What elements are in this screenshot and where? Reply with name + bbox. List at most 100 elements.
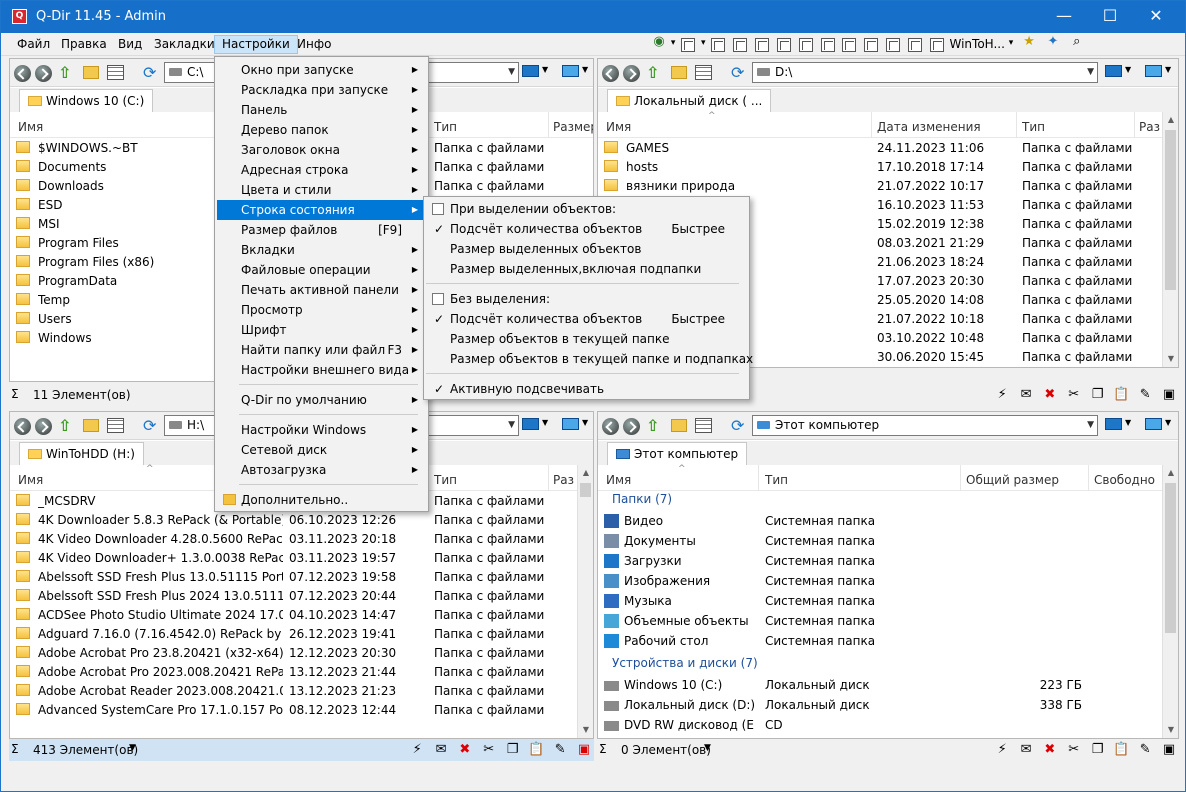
table-row[interactable]: Музыка Системная папка [598, 592, 1162, 611]
table-row[interactable]: Объемные объекты Системная папка [598, 612, 1162, 631]
settings-menu-item[interactable]: Найти папку или файл F3 ▶ [217, 340, 426, 360]
layout-icon-11[interactable] [929, 38, 944, 52]
address-bar[interactable]: Этот компьютер ▼ [752, 415, 1098, 436]
group-devices[interactable]: Устройства и диски (7) [612, 656, 758, 670]
refresh-icon[interactable]: ⟳ [143, 416, 156, 435]
layout-icon-9[interactable] [886, 38, 900, 52]
menu-file[interactable]: Файл [10, 35, 57, 54]
refresh-icon[interactable]: ⟳ [143, 63, 156, 82]
table-row[interactable]: ACDSee Photo Studio Ultimate 2024 17.0.1… [10, 606, 577, 625]
up-folder-icon[interactable]: ⇧ [58, 64, 75, 82]
monitor-view-icon[interactable]: ▼ [1105, 65, 1133, 81]
menu-info[interactable]: Инфо [290, 35, 338, 54]
col-size[interactable]: Раз [1139, 120, 1163, 134]
status-dropdown-icon[interactable]: ▼ [704, 743, 711, 753]
col-type[interactable]: Тип [1022, 120, 1045, 134]
col-free[interactable]: Свободно [1094, 473, 1164, 487]
view-mode-icon[interactable] [695, 65, 712, 80]
col-date[interactable]: Дата изменения [877, 120, 981, 134]
table-row[interactable]: Abelssoft SSD Fresh Plus 13.0.51115 Port… [10, 568, 577, 587]
back-icon[interactable] [14, 65, 31, 82]
menu-bookmarks[interactable]: Закладки [147, 35, 222, 54]
address-dropdown-icon[interactable]: ▼ [1087, 416, 1094, 435]
tab-drive-c[interactable]: Windows 10 (C:) [19, 89, 154, 112]
layout-icon-1[interactable] [711, 38, 726, 52]
settings-menu-item[interactable]: Дерево папок ▶ [217, 120, 426, 140]
settings-menu-item[interactable]: Строка состояния ▶ [217, 200, 426, 220]
shortcut-dropdown-icon[interactable]: ▾ [1009, 38, 1014, 48]
scrollbar-thumb[interactable] [580, 483, 591, 497]
up-folder-icon[interactable]: ⇧ [646, 64, 663, 82]
table-row[interactable]: 4K Downloader 5.8.3 RePack (& Portable) … [10, 511, 577, 530]
app-icon[interactable]: Q [12, 9, 27, 24]
tab-drive-h[interactable]: WinToHDD (H:) [19, 442, 144, 465]
col-size[interactable]: Раз [553, 473, 575, 487]
monitor-layout-icon[interactable]: ▼ [562, 418, 590, 434]
properties-icon[interactable]: ▣ [1161, 387, 1177, 403]
lightning-icon[interactable]: ⚡ [409, 742, 425, 758]
paste-icon[interactable]: 📋 [1113, 387, 1129, 403]
favorites-star-icon[interactable]: ★ [1021, 34, 1037, 50]
monitor-layout-icon[interactable]: ▼ [1145, 418, 1173, 434]
settings-menu-item[interactable]: Q-Dir по умолчанию ▶ [217, 390, 426, 410]
view-mode-icon[interactable] [695, 418, 712, 433]
address-dropdown-icon[interactable]: ▼ [508, 416, 515, 435]
vertical-scrollbar[interactable]: ▲ ▼ [577, 465, 593, 738]
tab-drive-d[interactable]: Локальный диск ( ... [607, 89, 772, 112]
monitor-view-icon[interactable]: ▼ [1105, 418, 1133, 434]
table-row[interactable]: DVD RW дисковод (E:) CD [598, 716, 1162, 735]
col-name[interactable]: Имя [606, 473, 631, 487]
table-row[interactable]: Локальный диск (D:) Локальный диск 338 ГБ [598, 696, 1162, 715]
pane-bottom-right[interactable]: ⇧ ⟳ Этот компьютер ▼ ▼ ▼ Этот компьютер … [597, 411, 1179, 739]
table-row[interactable]: Adobe Acrobat Pro 23.8.20421 (x32-x64) P… [10, 644, 577, 663]
settings-menu-item[interactable]: Шрифт ▶ [217, 320, 426, 340]
layout-icon-10[interactable] [907, 38, 922, 52]
layout-icon-6[interactable] [820, 38, 835, 52]
status-submenu-item[interactable]: ✓ Подсчёт количества объектов Быстрее [426, 219, 747, 239]
layout-icon-8[interactable] [864, 38, 879, 52]
favorite-folder-icon[interactable] [83, 66, 99, 79]
rename-icon[interactable]: ✎ [1137, 387, 1153, 403]
status-submenu-item[interactable]: Размер объектов в текущей папке [426, 329, 747, 349]
col-name[interactable]: Имя [18, 120, 43, 134]
col-name[interactable]: Имя [18, 473, 43, 487]
settings-menu-item[interactable]: Панель ▶ [217, 100, 426, 120]
menu-view[interactable]: Вид [111, 35, 149, 54]
globe-icon[interactable]: ◉ [651, 34, 667, 50]
copy-icon[interactable]: ❐ [505, 742, 521, 758]
delete-icon[interactable]: ✖ [1042, 742, 1058, 758]
table-row[interactable]: Windows 10 (C:) Локальный диск 223 ГБ [598, 676, 1162, 695]
status-submenu-item[interactable]: Размер объектов в текущей папке и подпап… [426, 349, 753, 369]
address-dropdown-icon[interactable]: ▼ [1087, 63, 1094, 82]
favorite-folder-icon[interactable] [83, 419, 99, 432]
monitor-view-icon[interactable]: ▼ [522, 65, 550, 81]
table-row[interactable]: Abelssoft SSD Fresh Plus 2024 13.0.51115… [10, 587, 577, 606]
table-row[interactable]: hosts 17.10.2018 17:14 Папка с файлами [598, 158, 1162, 177]
status-submenu-item[interactable]: Без выделения: [426, 289, 747, 309]
lightning-icon[interactable]: ⚡ [994, 387, 1010, 403]
favorite-folder-icon[interactable] [671, 419, 687, 432]
checkbox-icon[interactable] [432, 203, 444, 215]
settings-menu-item[interactable]: Размер файлов [F9] [217, 220, 426, 240]
rename-icon[interactable]: ✎ [552, 742, 568, 758]
copy-icon[interactable]: ❐ [1090, 742, 1106, 758]
properties-icon[interactable]: ▣ [1161, 742, 1177, 758]
col-type[interactable]: Тип [434, 120, 457, 134]
status-submenu-item[interactable]: При выделении объектов: [426, 199, 747, 219]
pin-icon[interactable]: ✦ [1045, 34, 1061, 50]
back-icon[interactable] [14, 418, 31, 435]
layout-icon-4[interactable] [776, 38, 791, 52]
view-mode-icon[interactable] [107, 418, 124, 433]
scrollbar-thumb[interactable] [1165, 130, 1176, 290]
tab-this-pc[interactable]: Этот компьютер [607, 442, 748, 465]
close-button[interactable]: ✕ [1133, 1, 1179, 33]
minimize-button[interactable]: — [1041, 1, 1087, 33]
maximize-button[interactable]: ☐ [1087, 1, 1133, 33]
settings-menu-item[interactable]: Автозагрузка ▶ [217, 460, 426, 480]
view-mode-icon[interactable] [107, 65, 124, 80]
layout-4-pane-icon[interactable] [681, 38, 696, 52]
lightning-icon[interactable]: ⚡ [994, 742, 1010, 758]
delete-icon[interactable]: ✖ [1042, 387, 1058, 403]
refresh-icon[interactable]: ⟳ [731, 63, 744, 82]
back-icon[interactable] [602, 65, 619, 82]
